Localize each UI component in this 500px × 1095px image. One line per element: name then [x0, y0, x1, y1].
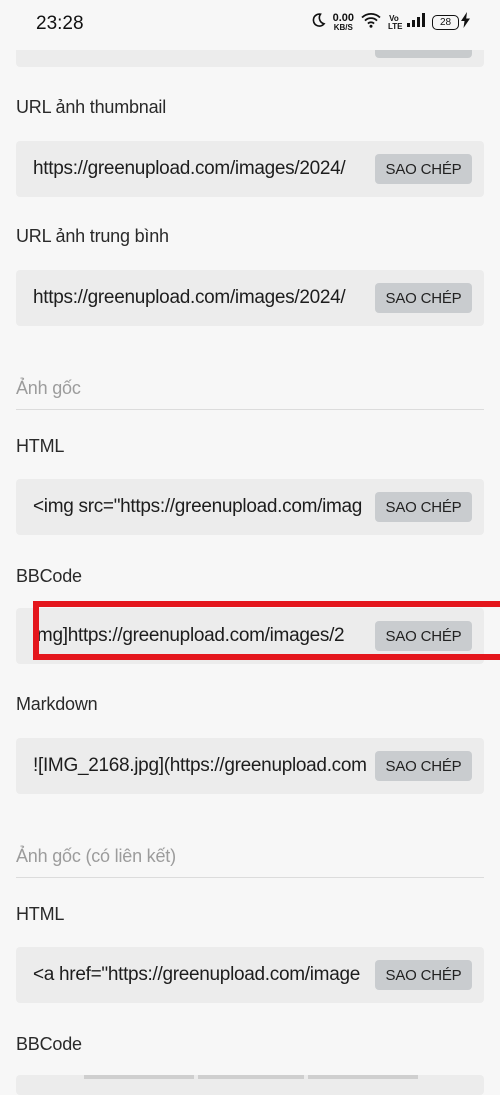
linked-html-field[interactable]: <a href="https://greenupload.com/image S…	[16, 947, 484, 1003]
status-time: 23:28	[36, 13, 84, 34]
original-markdown-value[interactable]: ![IMG_2168.jpg](https://greenupload.com	[33, 738, 376, 794]
signal-icon	[407, 13, 425, 32]
copy-original-html-button[interactable]: SAO CHÉP	[375, 492, 472, 522]
network-speed: 0.00 KB/S	[333, 13, 354, 32]
copy-original-bbcode-button[interactable]: SAO CHÉP	[375, 621, 472, 651]
copy-thumbnail-url-button[interactable]: SAO CHÉP	[375, 154, 472, 184]
thumbnail-url-value[interactable]: https://greenupload.com/images/2024/	[33, 141, 376, 197]
original-bbcode-field[interactable]: img]https://greenupload.com/images/2 SAO…	[16, 608, 484, 664]
status-bar: 23:28 0.00 KB/S Vo LTE 28	[0, 0, 500, 50]
field-divider	[198, 1075, 304, 1079]
original-bbcode-value[interactable]: img]https://greenupload.com/images/2	[33, 608, 376, 664]
field-divider	[84, 1075, 194, 1079]
section-original-linked-title: Ảnh gốc (có liên kết)	[16, 846, 484, 878]
volte-icon: Vo LTE	[388, 14, 403, 31]
linked-html-value[interactable]: <a href="https://greenupload.com/image	[33, 947, 376, 1003]
linked-bbcode-field[interactable]	[16, 1075, 484, 1095]
wifi-icon	[361, 12, 381, 33]
medium-url-field[interactable]: https://greenupload.com/images/2024/ SAO…	[16, 270, 484, 326]
thumbnail-url-label: URL ảnh thumbnail	[16, 97, 167, 117]
copy-linked-html-button[interactable]: SAO CHÉP	[375, 960, 472, 990]
original-markdown-field[interactable]: ![IMG_2168.jpg](https://greenupload.com …	[16, 738, 484, 794]
linked-html-label: HTML	[16, 904, 65, 924]
original-html-label: HTML	[16, 436, 65, 456]
linked-bbcode-label: BBCode	[16, 1034, 82, 1054]
medium-url-label: URL ảnh trung bình	[16, 226, 169, 246]
original-markdown-label: Markdown	[16, 694, 98, 714]
copy-original-markdown-button[interactable]: SAO CHÉP	[375, 751, 472, 781]
moon-icon	[310, 12, 326, 33]
thumbnail-url-field[interactable]: https://greenupload.com/images/2024/ SAO…	[16, 141, 484, 197]
medium-url-value[interactable]: https://greenupload.com/images/2024/	[33, 270, 376, 326]
volte-bottom: LTE	[388, 21, 403, 31]
section-original-title: Ảnh gốc	[16, 378, 484, 410]
copy-medium-url-button[interactable]: SAO CHÉP	[375, 283, 472, 313]
charging-icon	[461, 12, 470, 33]
status-icons: 0.00 KB/S Vo LTE 28	[310, 12, 470, 33]
network-speed-unit: KB/S	[333, 23, 353, 32]
field-divider	[308, 1075, 418, 1079]
battery-icon: 28	[432, 15, 459, 30]
original-html-field[interactable]: <img src="https://greenupload.com/imag S…	[16, 479, 484, 535]
original-html-value[interactable]: <img src="https://greenupload.com/imag	[33, 479, 376, 535]
original-bbcode-label: BBCode	[16, 566, 82, 586]
